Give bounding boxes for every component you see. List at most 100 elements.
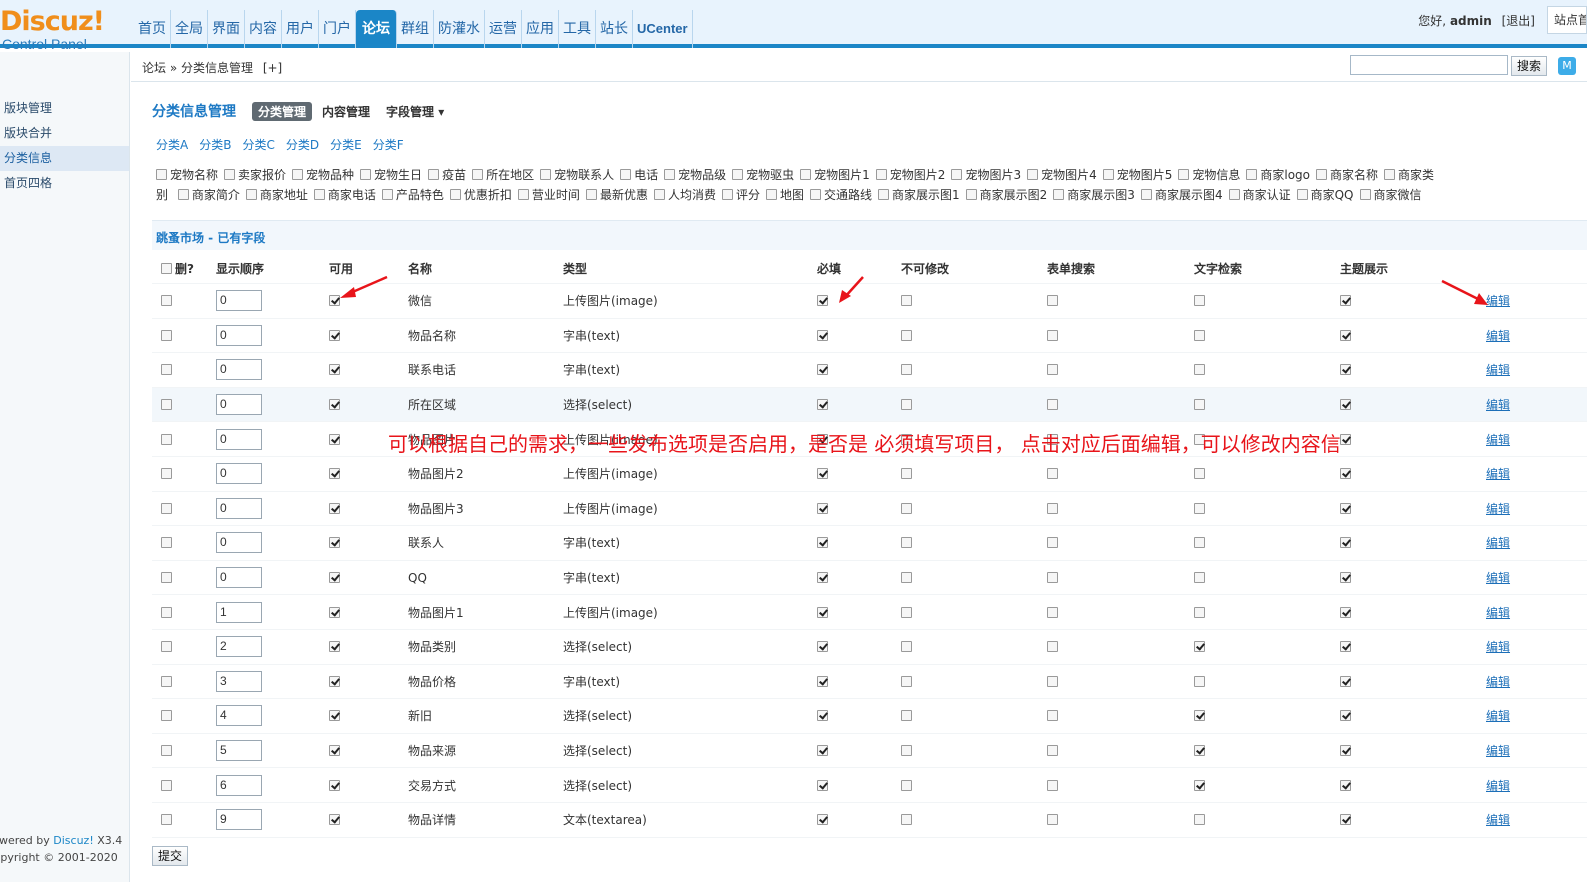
field-option[interactable]: 交通路线 xyxy=(810,186,872,203)
text-search-checkbox[interactable] xyxy=(1194,537,1205,549)
field-option[interactable]: 所在地区 xyxy=(472,166,534,183)
field-option-checkbox[interactable] xyxy=(664,169,676,180)
delete-checkbox[interactable] xyxy=(161,675,172,687)
field-option-checkbox[interactable] xyxy=(1384,169,1396,180)
field-option-checkbox[interactable] xyxy=(360,169,372,180)
available-checkbox[interactable] xyxy=(329,745,340,757)
category-link-0[interactable]: 分类A xyxy=(156,136,188,153)
topic-show-checkbox[interactable] xyxy=(1340,433,1351,445)
field-option[interactable]: 宠物品级 xyxy=(664,166,726,183)
topic-show-checkbox[interactable] xyxy=(1340,364,1351,376)
display-order-input[interactable]: 4 xyxy=(216,705,262,727)
field-option[interactable]: 商家logo xyxy=(1246,166,1310,183)
field-option[interactable]: 营业时间 xyxy=(517,186,580,203)
field-option-checkbox[interactable] xyxy=(585,189,597,200)
no-modify-checkbox[interactable] xyxy=(901,329,912,341)
field-option[interactable]: 宠物驱虫 xyxy=(732,166,794,183)
topic-show-checkbox[interactable] xyxy=(1340,572,1351,584)
edit-link[interactable]: 编辑 xyxy=(1486,534,1510,551)
no-modify-checkbox[interactable] xyxy=(901,779,912,791)
discuz-logo[interactable]: Discuz! Control Panel xyxy=(0,8,128,53)
available-checkbox[interactable] xyxy=(329,329,340,341)
nav-item-4[interactable]: 用户 xyxy=(282,10,319,48)
text-search-checkbox[interactable] xyxy=(1194,364,1205,376)
nav-item-13[interactable]: UCenter xyxy=(633,10,693,48)
field-option-checkbox[interactable] xyxy=(1102,169,1114,180)
field-option-checkbox[interactable] xyxy=(1246,169,1258,180)
field-option[interactable]: 卖家报价 xyxy=(224,166,286,183)
display-order-input[interactable]: 9 xyxy=(216,809,262,831)
field-option[interactable]: 宠物联系人 xyxy=(540,166,614,183)
display-order-input[interactable]: 0 xyxy=(216,290,262,312)
field-option-checkbox[interactable] xyxy=(1359,189,1371,200)
field-option-checkbox[interactable] xyxy=(517,189,529,200)
field-option-checkbox[interactable] xyxy=(313,189,325,200)
edit-link[interactable]: 编辑 xyxy=(1486,361,1510,378)
tab-0[interactable]: 分类管理 xyxy=(252,101,313,121)
field-option[interactable]: 宠物图片5 xyxy=(1102,166,1172,183)
field-option-checkbox[interactable] xyxy=(472,169,484,180)
field-option[interactable]: 宠物品种 xyxy=(292,166,354,183)
available-checkbox[interactable] xyxy=(329,537,340,549)
field-option-checkbox[interactable] xyxy=(965,189,977,200)
text-search-checkbox[interactable] xyxy=(1194,502,1205,514)
text-search-checkbox[interactable] xyxy=(1194,779,1205,791)
available-checkbox[interactable] xyxy=(329,433,340,445)
text-search-checkbox[interactable] xyxy=(1194,606,1205,618)
edit-link[interactable]: 编辑 xyxy=(1486,777,1510,794)
delete-checkbox[interactable] xyxy=(161,295,172,307)
form-search-checkbox[interactable] xyxy=(1047,745,1058,757)
field-option[interactable]: 评分 xyxy=(721,186,760,203)
field-option-checkbox[interactable] xyxy=(428,169,440,180)
text-search-checkbox[interactable] xyxy=(1194,468,1205,480)
field-option[interactable]: 宠物名称 xyxy=(156,166,218,183)
delete-checkbox[interactable] xyxy=(161,641,172,653)
display-order-input[interactable]: 0 xyxy=(216,532,262,554)
no-modify-checkbox[interactable] xyxy=(901,502,912,514)
topic-show-checkbox[interactable] xyxy=(1340,329,1351,341)
field-option[interactable]: 商家电话 xyxy=(313,186,376,203)
edit-link[interactable]: 编辑 xyxy=(1486,500,1510,517)
display-order-input[interactable]: 6 xyxy=(216,774,262,796)
required-checkbox[interactable] xyxy=(817,814,828,826)
form-search-checkbox[interactable] xyxy=(1047,537,1058,549)
required-checkbox[interactable] xyxy=(817,606,828,618)
field-option[interactable]: 宠物图片4 xyxy=(1027,166,1097,183)
edit-link[interactable]: 编辑 xyxy=(1486,465,1510,482)
topic-show-checkbox[interactable] xyxy=(1340,814,1351,826)
field-option[interactable]: 商家展示图4 xyxy=(1140,186,1223,203)
field-option-checkbox[interactable] xyxy=(721,189,733,200)
required-checkbox[interactable] xyxy=(817,295,828,307)
form-search-checkbox[interactable] xyxy=(1047,779,1058,791)
no-modify-checkbox[interactable] xyxy=(901,537,912,549)
available-checkbox[interactable] xyxy=(329,606,340,618)
edit-link[interactable]: 编辑 xyxy=(1486,327,1510,344)
field-option[interactable]: 宠物生日 xyxy=(360,166,422,183)
display-order-input[interactable]: 1 xyxy=(216,601,262,623)
delete-checkbox[interactable] xyxy=(161,537,172,549)
topic-show-checkbox[interactable] xyxy=(1340,537,1351,549)
display-order-input[interactable]: 0 xyxy=(216,324,262,346)
field-option-checkbox[interactable] xyxy=(810,189,821,200)
delete-checkbox[interactable] xyxy=(161,329,172,341)
required-checkbox[interactable] xyxy=(817,779,828,791)
category-link-2[interactable]: 分类C xyxy=(242,136,274,153)
logout-link[interactable]: [退出] xyxy=(1502,14,1535,28)
edit-link[interactable]: 编辑 xyxy=(1486,638,1510,655)
form-search-checkbox[interactable] xyxy=(1047,502,1058,514)
category-link-3[interactable]: 分类D xyxy=(286,136,319,153)
nav-item-11[interactable]: 工具 xyxy=(559,10,596,48)
breadcrumb-text[interactable]: 论坛 » 分类信息管理 xyxy=(142,61,253,75)
form-search-checkbox[interactable] xyxy=(1047,606,1058,618)
field-option-checkbox[interactable] xyxy=(381,189,393,200)
field-option-checkbox[interactable] xyxy=(1027,169,1039,180)
topic-show-checkbox[interactable] xyxy=(1340,399,1351,411)
field-option[interactable]: 宠物图片2 xyxy=(875,166,945,183)
required-checkbox[interactable] xyxy=(817,572,828,584)
field-option[interactable]: 商家QQ xyxy=(1296,186,1354,203)
display-order-input[interactable]: 2 xyxy=(216,636,262,658)
available-checkbox[interactable] xyxy=(329,779,340,791)
topic-show-checkbox[interactable] xyxy=(1340,745,1351,757)
submit-button[interactable]: 提交 xyxy=(152,846,188,866)
field-option-checkbox[interactable] xyxy=(449,189,461,200)
